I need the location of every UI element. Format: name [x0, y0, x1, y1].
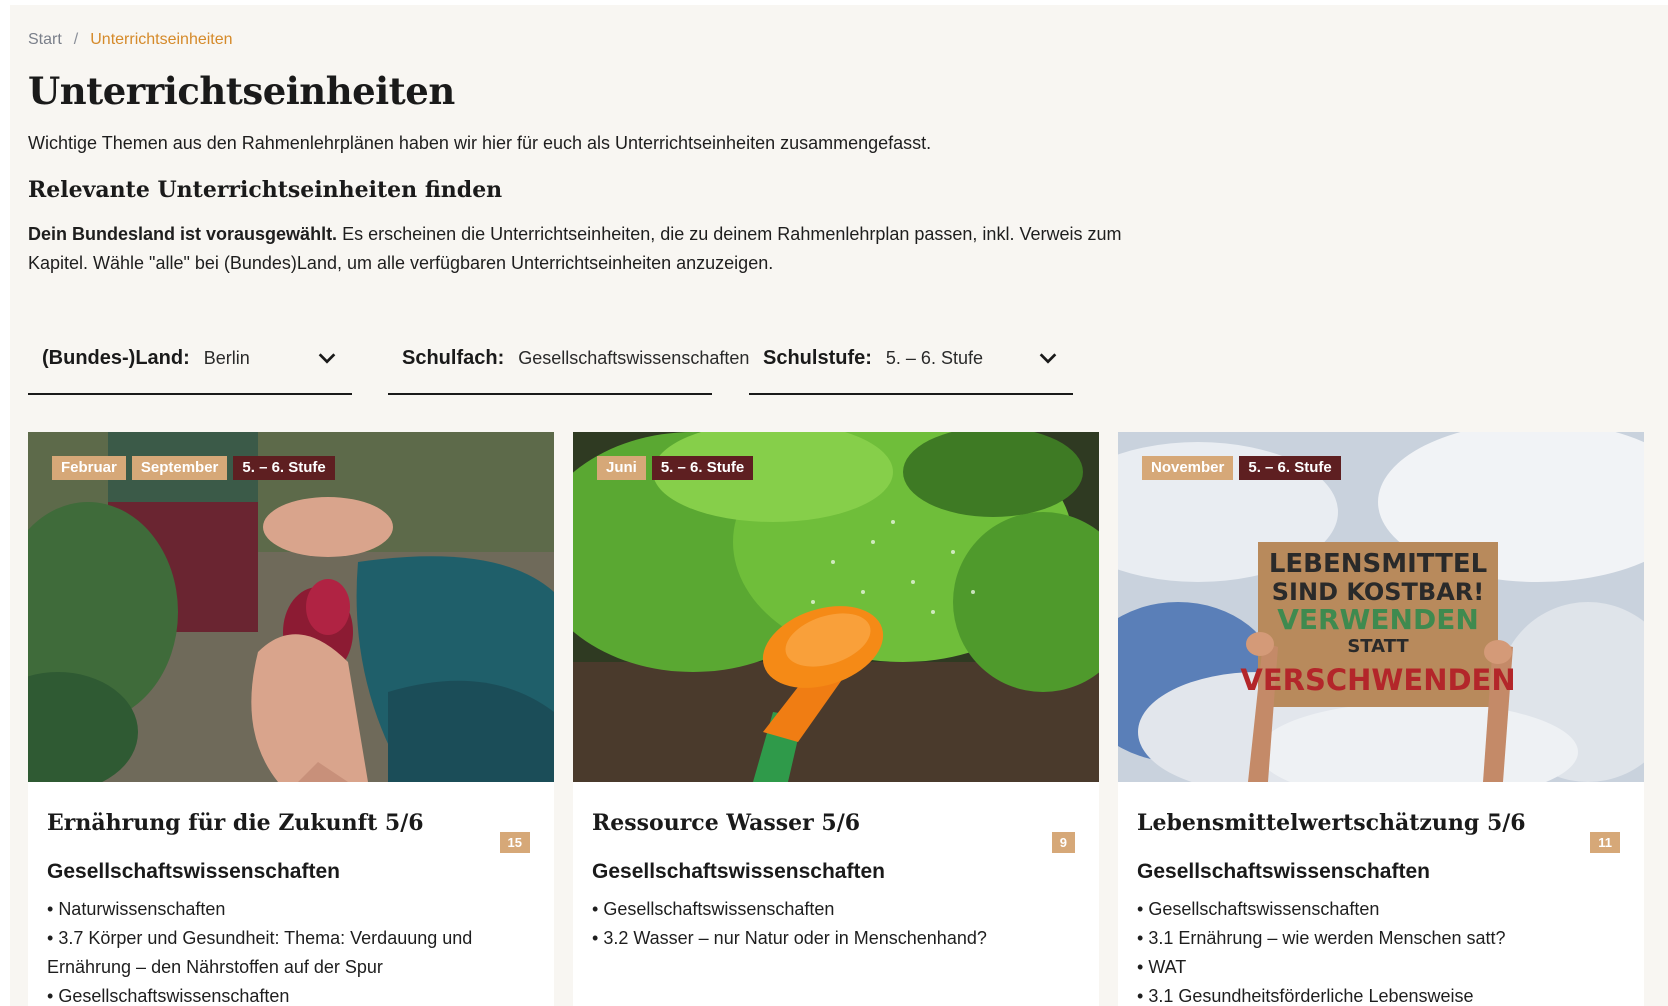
chapter-count-badge: 9 — [1051, 832, 1075, 853]
chevron-down-icon[interactable] — [316, 347, 338, 369]
card-tags: Juni 5. – 6. Stufe — [597, 456, 754, 480]
level-filter-label: Schulstufe: — [763, 346, 872, 369]
list-item: Gesellschaftswissenschaften — [1137, 895, 1577, 924]
card-image-watering-can[interactable]: Juni 5. – 6. Stufe — [573, 432, 1099, 782]
level-tag: 5. – 6. Stufe — [233, 456, 335, 480]
state-filter-select[interactable]: (Bundes-)Land: Berlin — [28, 323, 352, 395]
unit-card[interactable]: LEBENSMITTEL SIND KOSTBAR! VERWENDEN STA… — [1118, 432, 1644, 1006]
card-title[interactable]: Ressource Wasser 5/6 — [592, 810, 860, 836]
card-title[interactable]: Lebensmittelwertschätzung 5/6 — [1137, 810, 1526, 836]
card-subject: Gesellschaftswissenschaften — [1137, 860, 1430, 883]
card-tags: November 5. – 6. Stufe — [1142, 456, 1341, 480]
sign-text: SIND KOSTBAR! — [1272, 578, 1484, 606]
chapter-count-badge: 15 — [499, 832, 530, 853]
sign-text: VERSCHWENDEN — [1240, 663, 1515, 697]
month-tag: Juni — [597, 456, 646, 480]
list-item: Gesellschaftswissenschaften — [47, 982, 487, 1006]
subject-filter-value: Gesellschaftswissenschaften — [518, 347, 750, 368]
sign-text: STATT — [1347, 636, 1409, 657]
level-tag: 5. – 6. Stufe — [651, 456, 754, 480]
list-item: WAT — [1137, 953, 1577, 982]
sign-text: LEBENSMITTEL — [1269, 549, 1487, 579]
list-item: 3.2 Wasser – nur Natur oder in Menschenh… — [592, 924, 1032, 953]
breadcrumb: Start / Unterrichtseinheiten — [28, 31, 233, 49]
state-filter-value: Berlin — [203, 347, 250, 368]
card-image-protest-sign[interactable]: LEBENSMITTEL SIND KOSTBAR! VERWENDEN STA… — [1118, 432, 1644, 782]
curriculum-list: Gesellschaftswissenschaften 3.1 Ernährun… — [1137, 895, 1577, 1006]
chapter-count-badge: 11 — [1590, 832, 1620, 853]
curriculum-list: Naturwissenschaften 3.7 Körper und Gesun… — [47, 895, 487, 1006]
card-subject: Gesellschaftswissenschaften — [592, 860, 885, 883]
list-item: Gesellschaftswissenschaften — [592, 895, 1032, 924]
month-tag: November — [1142, 456, 1234, 480]
list-item: 3.7 Körper und Gesundheit: Thema: Verdau… — [47, 924, 487, 982]
list-item: 3.1 Ernährung – wie werden Menschen satt… — [1137, 924, 1577, 953]
unit-card[interactable]: Februar September 5. – 6. Stufe Ernährun… — [28, 432, 554, 1006]
card-image-beetroot[interactable]: Februar September 5. – 6. Stufe — [28, 432, 554, 782]
month-tag: September — [131, 456, 228, 480]
breadcrumb-current[interactable]: Unterrichtseinheiten — [90, 31, 232, 48]
level-filter-value: 5. – 6. Stufe — [885, 347, 983, 368]
month-tag: Februar — [52, 456, 126, 480]
state-filter-label: (Bundes-)Land: — [42, 346, 190, 369]
card-tags: Februar September 5. – 6. Stufe — [52, 456, 335, 480]
list-item: Naturwissenschaften — [47, 895, 487, 924]
intro-text: Wichtige Themen aus den Rahmenlehrplänen… — [28, 133, 932, 153]
subject-filter-label: Schulfach: — [402, 346, 505, 369]
curriculum-list: Gesellschaftswissenschaften 3.2 Wasser –… — [592, 895, 1032, 953]
page: Start / Unterrichtseinheiten Unterrichtsei… — [10, 5, 1668, 1006]
subject-filter-select[interactable]: Schulfach: Gesellschaftswissenschaften — [388, 323, 749, 395]
sign-text: VERWENDEN — [1277, 603, 1479, 636]
breadcrumb-separator: / — [73, 31, 79, 48]
card-subject: Gesellschaftswissenschaften — [47, 860, 340, 883]
breadcrumb-home[interactable]: Start — [28, 31, 62, 48]
unit-card[interactable]: Juni 5. – 6. Stufe Ressource Wasser 5/6 … — [573, 432, 1099, 1006]
notice-text: Dein Bundesland ist vorausgewählt. Es er… — [28, 220, 1138, 278]
filter-heading: Relevante Unterrichtseinheiten finden — [28, 177, 503, 203]
level-tag: 5. – 6. Stufe — [1239, 456, 1341, 480]
card-title[interactable]: Ernährung für die Zukunft 5/6 — [47, 810, 424, 836]
notice-bold: Dein Bundesland ist vorausgewählt. — [28, 224, 338, 244]
page-title: Unterrichtseinheiten — [28, 69, 455, 113]
list-item: 3.1 Gesundheitsförderliche Lebensweise — [1137, 982, 1577, 1006]
level-filter-select[interactable]: Schulstufe: 5. – 6. Stufe — [749, 323, 1073, 395]
chevron-down-icon[interactable] — [1037, 347, 1059, 369]
